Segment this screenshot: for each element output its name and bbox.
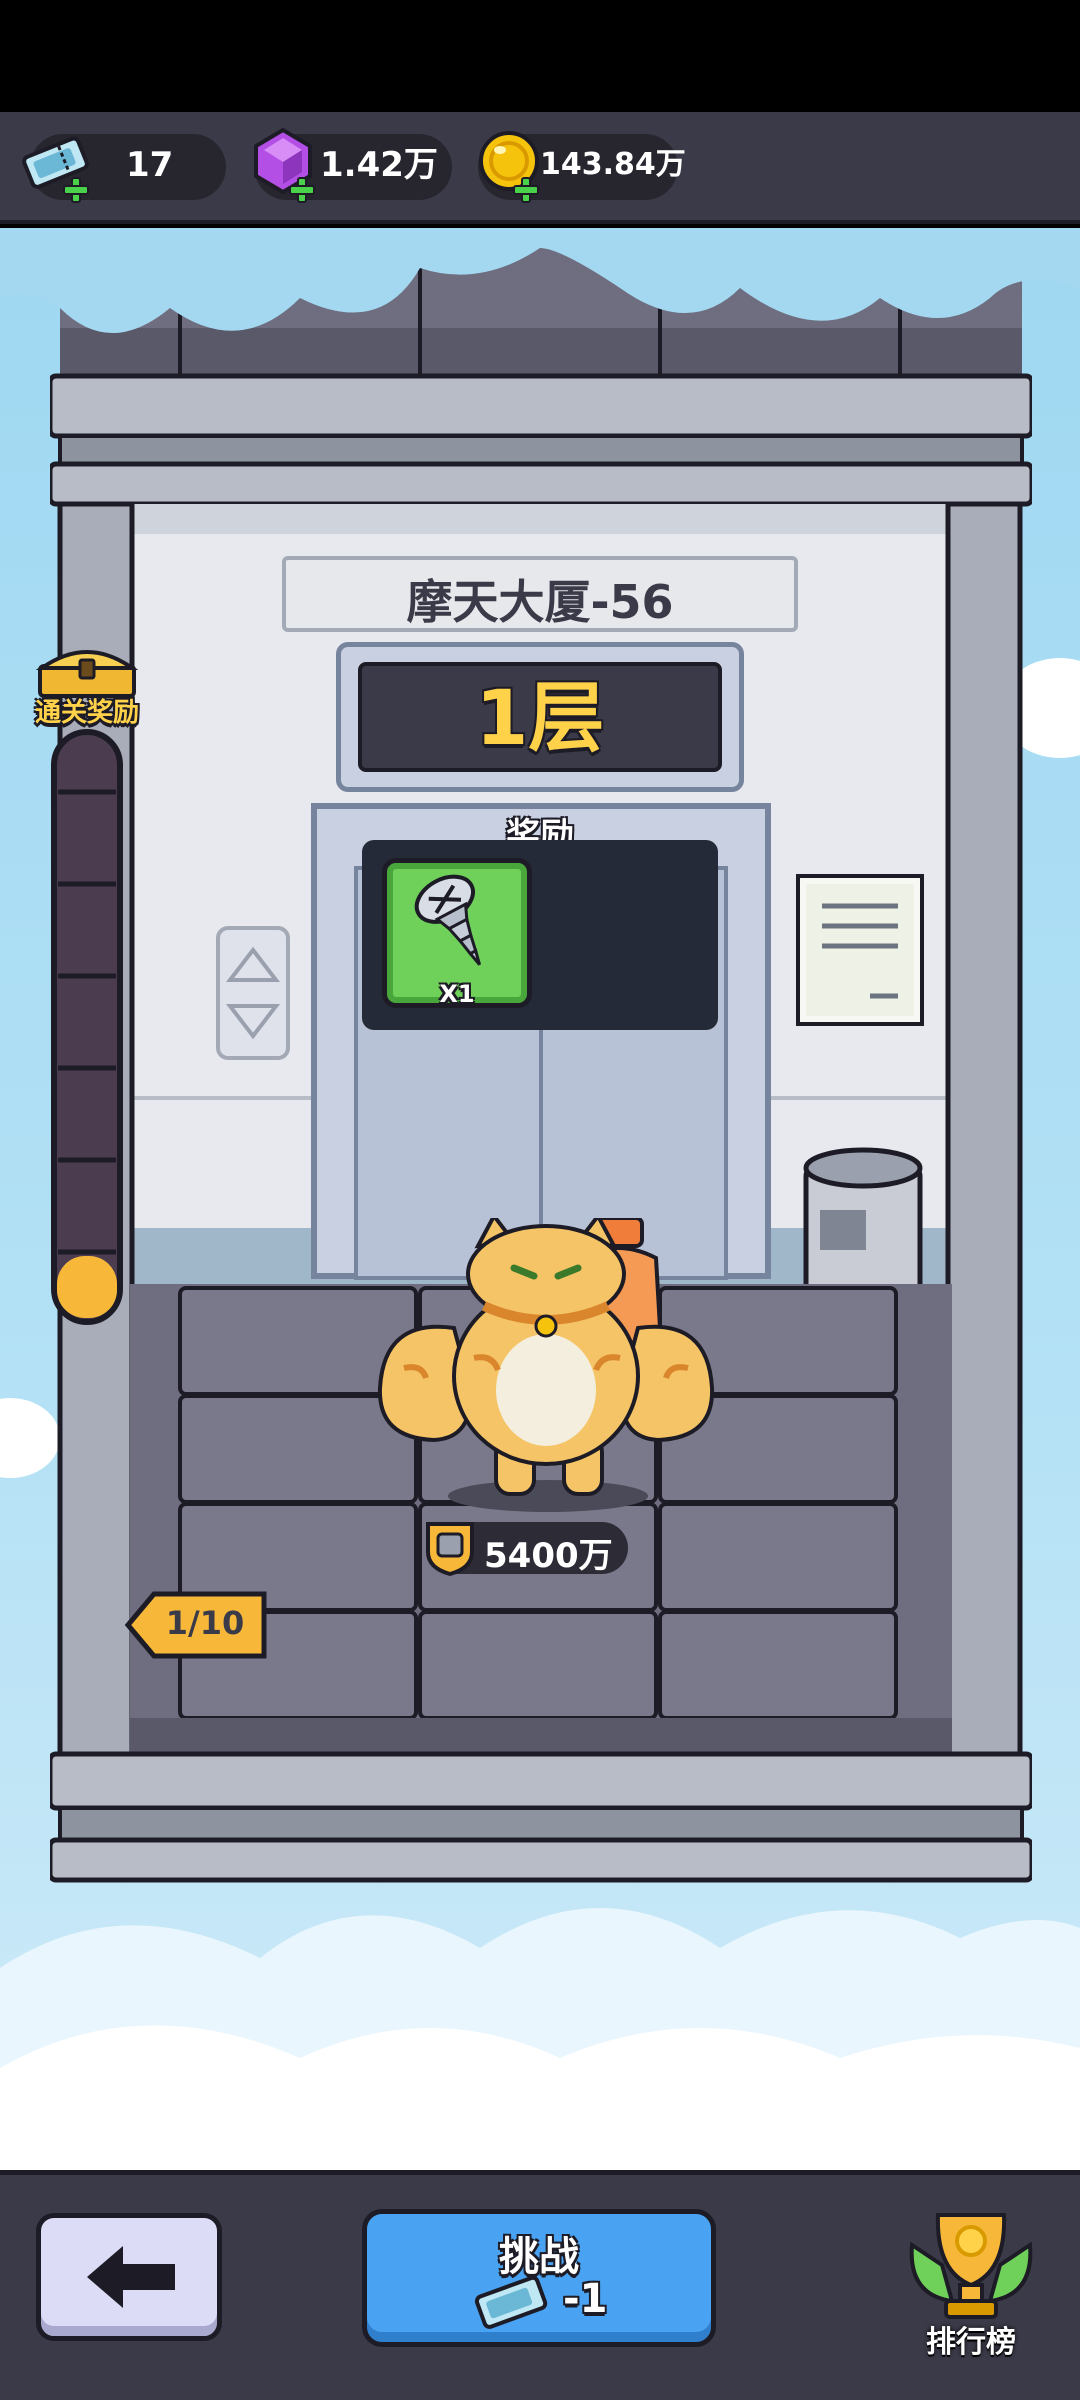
screw-icon bbox=[414, 874, 482, 966]
bottom-clouds bbox=[0, 1908, 1080, 2170]
resource-bar: 17 1.42万 143.84万 bbox=[0, 112, 1080, 224]
enemy-cat-boss[interactable] bbox=[374, 1218, 718, 1518]
floor-number: 1层 bbox=[475, 673, 605, 762]
floor-progress-fill bbox=[57, 1256, 117, 1318]
building-title: 摩天大厦-56 bbox=[406, 575, 674, 629]
ticket-count: 17 bbox=[126, 145, 174, 185]
add-coin-icon[interactable] bbox=[512, 176, 540, 204]
top-clouds bbox=[0, 228, 1080, 333]
floor-progress-bar bbox=[51, 729, 123, 1325]
trophy-icon bbox=[909, 2213, 1033, 2319]
game-scene: 摩天大厦-56 1层 奖励 X1 通关奖励 1/10 5400万 bbox=[0, 228, 1080, 2170]
system-status-bar bbox=[0, 0, 1080, 112]
enemy-power-value: 5400万 bbox=[484, 1536, 613, 1576]
add-gem-icon[interactable] bbox=[288, 176, 316, 204]
ticket-icon bbox=[474, 2275, 548, 2329]
reward-item-count: X1 bbox=[439, 980, 475, 1008]
treasure-chest-icon[interactable] bbox=[30, 640, 144, 700]
leaderboard-button[interactable]: 排行榜 bbox=[896, 2205, 1046, 2365]
back-arrow-icon bbox=[87, 2246, 175, 2308]
challenge-cost: -1 bbox=[563, 2276, 608, 2322]
coin-count: 143.84万 bbox=[540, 147, 686, 182]
leaderboard-label: 排行榜 bbox=[926, 2325, 1016, 2360]
clear-reward-label: 通关奖励 bbox=[34, 698, 139, 728]
challenge-button[interactable]: 挑战 -1 bbox=[362, 2209, 716, 2347]
add-ticket-icon[interactable] bbox=[62, 176, 90, 204]
progress-text: 1/10 bbox=[165, 1604, 245, 1642]
gem-count: 1.42万 bbox=[320, 145, 438, 185]
shield-icon bbox=[426, 1522, 474, 1577]
bottom-action-bar: 挑战 -1 排行榜 bbox=[0, 2170, 1080, 2400]
back-button[interactable] bbox=[36, 2213, 222, 2341]
